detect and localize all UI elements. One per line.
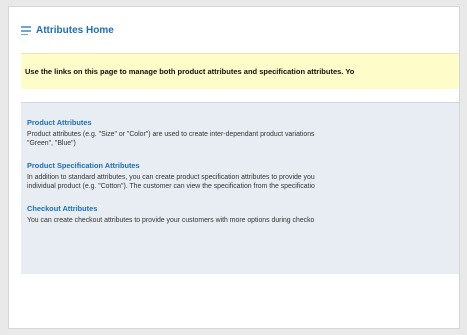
product-specification-attributes-description: In addition to standard attributes, you … — [27, 174, 315, 190]
checkout-attributes-link[interactable]: Checkout Attributes — [27, 204, 97, 213]
attribute-sections: Product Attributes Product attributes (e… — [21, 102, 459, 274]
attributes-panel: Attributes Home Use the links on this pa… — [8, 6, 460, 329]
product-attributes-description: Product attributes (e.g. "Size" or "Colo… — [27, 131, 315, 147]
title-bar: Attributes Home — [21, 21, 114, 39]
section-checkout-attributes: Checkout Attributes You can create check… — [27, 198, 455, 225]
page-title: Attributes Home — [36, 24, 114, 36]
product-attributes-link[interactable]: Product Attributes — [27, 118, 92, 127]
list-icon — [21, 25, 31, 35]
product-specification-attributes-link[interactable]: Product Specification Attributes — [27, 161, 140, 170]
info-banner: Use the links on this page to manage bot… — [21, 53, 459, 89]
info-banner-text: Use the links on this page to manage bot… — [25, 67, 355, 76]
checkout-attributes-description: You can create checkout attributes to pr… — [27, 217, 315, 224]
section-product-specification-attributes: Product Specification Attributes In addi… — [27, 155, 455, 191]
section-product-attributes: Product Attributes Product attributes (e… — [27, 112, 455, 148]
